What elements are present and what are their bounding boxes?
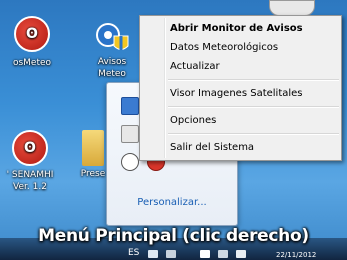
flag-icon[interactable] [200,250,210,258]
desktop-icon-senamhi[interactable]: ʘ ' SENAMHI Ver. 1.2 [0,130,60,193]
senamhi-logo-icon: ʘ [14,16,50,52]
tray-app-icon[interactable] [166,250,176,258]
menu-item-refresh[interactable]: Actualizar [140,57,341,76]
menu-item-satellite-viewer[interactable]: Visor Imagenes Satelitales [140,84,341,103]
menu-item-options[interactable]: Opciones [140,111,341,130]
usb-icon[interactable] [121,125,139,143]
network-icon[interactable] [218,250,228,258]
menu-item-weather-data[interactable]: Datos Meteorológicos [140,38,341,57]
desktop: ʘ osMeteo Avisos Meteo ʘ ' SENAMHI Ver. … [0,0,347,260]
caption-text: Menú Principal (clic derecho) [38,226,309,246]
desktop-icon-avisos[interactable]: Avisos Meteo [84,18,140,80]
clock[interactable]: 22/11/2012 [276,251,316,259]
volume-icon[interactable] [236,250,246,258]
desktop-icon-meteo[interactable]: ʘ osMeteo [4,16,60,68]
language-indicator[interactable]: ES [128,248,139,258]
panda-icon[interactable] [121,153,139,171]
menu-separator [168,79,339,81]
desktop-icon-label: osMeteo [12,58,52,68]
folder-icon [82,130,104,166]
gadget-pill[interactable] [269,0,315,16]
menu-separator [168,133,339,135]
menu-item-exit[interactable]: Salir del Sistema [140,138,341,157]
customize-link[interactable]: Personalizar... [107,197,237,208]
desktop-icon-label: Avisos Meteo [97,57,127,79]
desktop-icon-label: Prese [80,169,106,179]
avisos-shield-icon [94,18,130,54]
context-menu: Abrir Monitor de Avisos Datos Meteorológ… [139,15,342,161]
desktop-icon-presentation[interactable]: Prese [76,130,110,179]
desktop-icon-label: ' SENAMHI Ver. 1.2 [6,170,54,192]
tray-expand-icon[interactable] [148,250,158,258]
menu-separator [168,106,339,108]
monitor-icon[interactable] [121,97,139,115]
senamhi-logo-icon: ʘ [12,130,48,166]
menu-item-open-monitor[interactable]: Abrir Monitor de Avisos [140,19,341,38]
